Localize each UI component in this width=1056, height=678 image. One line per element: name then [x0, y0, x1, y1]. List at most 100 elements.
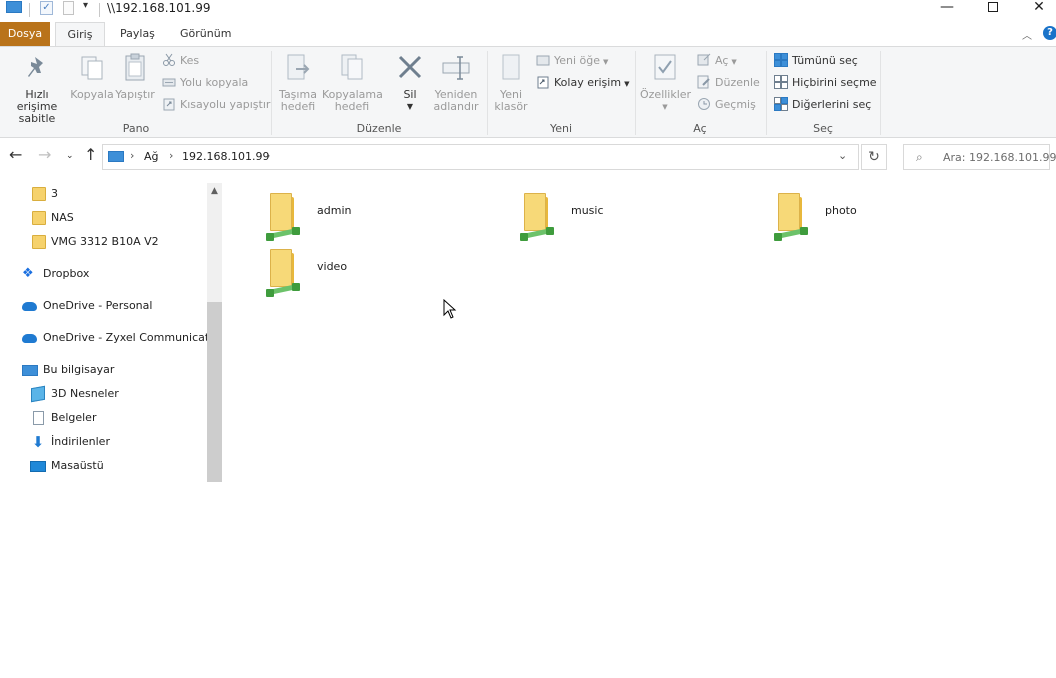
pin-quick-access-button[interactable]: Hızlı erişime sabitle — [4, 51, 70, 125]
properties-dropdown-icon[interactable]: ▼ — [640, 101, 690, 113]
invert-selection-button[interactable]: Diğerlerini seç — [774, 96, 871, 114]
cut-button[interactable]: Kes — [162, 52, 199, 70]
copy-button[interactable]: Kopyala — [70, 51, 114, 101]
properties-check-icon[interactable]: ✓ — [40, 1, 53, 15]
recent-locations-chevron-icon[interactable]: ⌄ — [66, 148, 74, 164]
open-dropdown-icon: ▼ — [731, 58, 737, 66]
computer-icon — [22, 365, 38, 376]
search-input[interactable]: ⌕ Ara: 192.168.101.99 — [903, 144, 1056, 170]
scrollbar-thumb[interactable] — [207, 302, 222, 482]
breadcrumb-network[interactable]: Ağ — [144, 150, 159, 163]
address-row: ← → ⌄ ↑ › Ağ › 192.168.101.99 › ⌄ ↻ ⌕ Ar… — [0, 139, 1056, 175]
select-all-button[interactable]: Tümünü seç — [774, 52, 858, 70]
search-icon: ⌕ — [916, 150, 923, 164]
new-folder-quick-icon[interactable] — [63, 1, 74, 15]
nav-item-3d-objects[interactable]: 3D Nesneler — [0, 383, 207, 405]
tab-share[interactable]: Paylaş — [110, 22, 165, 46]
properties-label: Özellikler — [640, 88, 692, 101]
breadcrumb-chevron-icon[interactable]: › — [130, 149, 134, 162]
tab-home[interactable]: Giriş — [55, 22, 105, 46]
paste-label: Yapıştır — [115, 88, 155, 101]
folder-admin[interactable]: admin — [266, 189, 516, 245]
rename-button[interactable]: Yeniden adlandır — [430, 51, 482, 113]
edit-label: Düzenle — [715, 76, 760, 89]
edit-button[interactable]: Düzenle — [697, 74, 760, 92]
maximize-icon — [988, 2, 998, 12]
breadcrumb-chevron-icon[interactable]: › — [266, 149, 270, 162]
group-label-sec: Seç — [813, 122, 833, 135]
pin-label-line1: Hızlı erişime — [16, 88, 58, 113]
scroll-up-arrow-icon[interactable]: ▲ — [207, 183, 222, 199]
rename-icon — [440, 51, 472, 83]
folder-name: admin — [317, 204, 352, 217]
nav-item-label: Belgeler — [51, 411, 97, 424]
move-to-icon — [282, 51, 314, 83]
dropbox-icon: ❖ — [22, 266, 34, 281]
delete-x-icon — [394, 51, 426, 83]
3d-objects-icon — [31, 385, 45, 403]
scissors-icon — [162, 53, 176, 67]
new-folder-button[interactable]: Yeni klasör — [492, 51, 530, 113]
open-button[interactable]: Aç ▼ — [697, 52, 737, 70]
paste-shortcut-icon — [162, 97, 176, 111]
new-item-button[interactable]: Yeni öğe ▼ — [536, 52, 608, 70]
select-all-icon — [774, 53, 788, 67]
nav-item-downloads[interactable]: ⬇ İndirilenler — [0, 431, 207, 453]
copy-path-button[interactable]: Yolu kopyala — [162, 74, 248, 92]
nav-item-this-pc[interactable]: Bu bilgisayar — [0, 359, 207, 381]
open-label: Aç — [715, 54, 729, 67]
paste-shortcut-label: Kısayolu yapıştır — [180, 98, 271, 111]
properties-button[interactable]: Özellikler ▼ — [640, 51, 692, 113]
tab-view[interactable]: Görünüm — [170, 22, 241, 46]
breadcrumb-chevron-icon[interactable]: › — [169, 149, 173, 162]
tab-file[interactable]: Dosya — [0, 22, 50, 46]
minimize-button[interactable]: — — [924, 0, 970, 18]
easy-access-button[interactable]: Kolay erişim ▼ — [536, 74, 629, 92]
delete-button[interactable]: Sil ▼ — [392, 51, 428, 113]
back-arrow-icon[interactable]: ← — [9, 147, 22, 163]
nav-item-desktop[interactable]: Masaüstü — [0, 455, 207, 477]
easy-access-dropdown-icon: ▼ — [624, 80, 630, 88]
nav-item-onedrive-zyxel[interactable]: OneDrive - Zyxel Communications — [0, 327, 207, 349]
up-arrow-icon[interactable]: ↑ — [84, 147, 97, 163]
paste-button[interactable]: Yapıştır — [114, 51, 156, 101]
move-to-button[interactable]: Taşıma hedefi — [276, 51, 320, 113]
breadcrumb-host[interactable]: 192.168.101.99 — [182, 150, 269, 163]
maximize-button[interactable] — [970, 0, 1016, 18]
new-folder-icon — [495, 51, 527, 83]
open-icon — [697, 53, 711, 67]
delete-dropdown-icon[interactable]: ▼ — [392, 101, 428, 113]
address-bar[interactable]: › Ağ › 192.168.101.99 › ⌄ — [102, 144, 859, 170]
copy-to-icon — [336, 51, 368, 83]
folder-photo[interactable]: photo — [774, 189, 1024, 245]
collapse-ribbon-icon[interactable]: ︿ — [1022, 27, 1032, 42]
quick-access-divider — [29, 3, 30, 17]
group-divider — [880, 51, 881, 135]
pin-icon — [21, 51, 53, 83]
nav-item-documents[interactable]: Belgeler — [0, 407, 207, 429]
folder-music[interactable]: music — [520, 189, 770, 245]
nav-item-nas[interactable]: NAS — [0, 207, 207, 229]
group-label-yeni: Yeni — [549, 122, 573, 135]
refresh-button[interactable]: ↻ — [861, 144, 887, 170]
computer-icon[interactable] — [6, 1, 22, 13]
nav-item-label: Dropbox — [43, 267, 90, 280]
history-button[interactable]: Geçmiş — [697, 96, 756, 114]
forward-arrow-icon[interactable]: → — [38, 147, 51, 163]
nav-item-vmg[interactable]: VMG 3312 B10A V2 — [0, 231, 207, 253]
quick-access-dropdown-icon[interactable]: ▾ — [83, 0, 88, 11]
help-icon[interactable]: ? — [1043, 26, 1056, 40]
paste-shortcut-button[interactable]: Kısayolu yapıştır — [162, 96, 270, 114]
select-none-button[interactable]: Hiçbirini seçme — [774, 74, 877, 92]
close-button[interactable]: ✕ — [1016, 0, 1056, 18]
history-icon — [697, 97, 711, 111]
select-none-label: Hiçbirini seçme — [792, 76, 877, 89]
window-title: \\192.168.101.99 — [107, 1, 211, 15]
folder-video[interactable]: video — [266, 245, 516, 301]
nav-item-onedrive-personal[interactable]: OneDrive - Personal — [0, 295, 207, 317]
copy-to-button[interactable]: Kopyalama hedefi — [322, 51, 383, 113]
nav-item-dropbox[interactable]: ❖ Dropbox — [0, 263, 207, 285]
nav-item-3[interactable]: 3 — [0, 183, 207, 205]
address-dropdown-icon[interactable]: ⌄ — [838, 149, 847, 162]
nav-pane-scrollbar[interactable]: ▲ — [207, 183, 222, 482]
